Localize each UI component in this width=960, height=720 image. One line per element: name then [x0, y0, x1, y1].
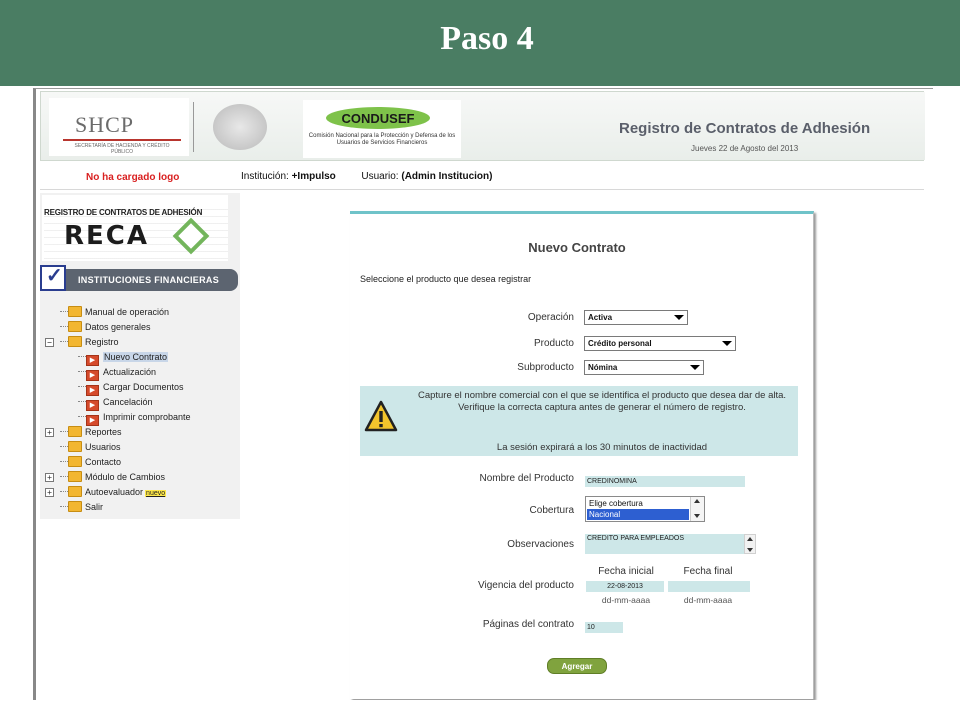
section-header: ✓ INSTITUCIONES FINANCIERAS [40, 265, 238, 291]
slide-title: Paso 4 [440, 20, 534, 57]
sidebar-item-usuarios[interactable]: Usuarios [60, 440, 121, 455]
sidebar: REGISTRO DE CONTRATOS DE ADHESIÓN RECA ✓… [40, 193, 240, 519]
observaciones-label: Observaciones [507, 539, 574, 550]
fecha-inicial-label: Fecha inicial [598, 566, 654, 577]
warning-box: Capture el nombre comercial con el que s… [360, 386, 798, 456]
producto-select[interactable]: Crédito personal [584, 336, 736, 351]
vigencia-label: Vigencia del producto [478, 580, 574, 591]
fecha-final-label: Fecha final [683, 566, 733, 577]
list-option[interactable]: Elige cobertura [587, 498, 689, 509]
paginas-input[interactable]: 10 [585, 622, 623, 633]
shcp-logo: SHCP SECRETARÍA DE HACIENDA Y CRÉDITO PÚ… [49, 98, 189, 156]
institution-value: +Impulso [291, 171, 336, 182]
sidebar-item-salir[interactable]: Salir [60, 500, 103, 515]
reca-logo: REGISTRO DE CONTRATOS DE ADHESIÓN RECA [42, 195, 228, 261]
warning-text: Capture el nombre comercial con el que s… [417, 390, 787, 413]
sidebar-item-contacto[interactable]: Contacto [60, 455, 121, 470]
expand-icon[interactable]: + [45, 488, 54, 497]
operacion-select[interactable]: Activa [584, 310, 688, 325]
sidebar-item-imprimir-comprobante[interactable]: ▶ Imprimir comprobante [78, 410, 191, 426]
subproducto-label: Subproducto [517, 362, 574, 373]
sidebar-item-modulo-cambios[interactable]: Módulo de Cambios [60, 470, 165, 485]
date-format-hint: dd-mm-aaaa [601, 595, 651, 605]
sidebar-item-nuevo-contrato[interactable]: ▶ Nuevo Contrato [78, 350, 169, 366]
logo-warning: No ha cargado logo [86, 172, 180, 183]
form-prompt: Seleccione el producto que desea registr… [360, 274, 532, 284]
national-seal-icon [213, 104, 267, 150]
sidebar-item-actualizacion[interactable]: ▶ Actualización [78, 365, 156, 381]
date-format-hint: dd-mm-aaaa [683, 595, 733, 605]
user-value: (Admin Institucion) [401, 171, 493, 182]
new-contract-panel: Nuevo Contrato Seleccione el producto qu… [350, 211, 814, 699]
listbox-scrollbar[interactable] [690, 497, 704, 521]
folder-icon [68, 426, 82, 437]
warning-icon [364, 400, 398, 432]
agregar-button[interactable]: Agregar [547, 658, 607, 674]
cobertura-label: Cobertura [529, 505, 574, 516]
condusef-wordmark-icon: CONDUSEF [326, 107, 430, 129]
nombre-producto-label: Nombre del Producto [479, 473, 575, 484]
user-label: Usuario: [361, 171, 399, 182]
list-option-selected[interactable]: Nacional [587, 509, 689, 520]
new-badge: nuevo [145, 490, 167, 497]
sidebar-item-reportes[interactable]: Reportes [60, 425, 122, 440]
divider [40, 189, 924, 190]
fecha-final-input[interactable] [668, 581, 750, 592]
sidebar-item-registro[interactable]: Registro [60, 335, 119, 350]
arrow-up-icon [694, 499, 700, 503]
svg-text:CONDUSEF: CONDUSEF [342, 111, 415, 126]
app-screenshot: SHCP SECRETARÍA DE HACIENDA Y CRÉDITO PÚ… [33, 88, 933, 700]
observaciones-textarea[interactable]: CREDITO PARA EMPLEADOS [585, 534, 745, 554]
nombre-producto-input[interactable]: CREDINOMINA [585, 476, 745, 487]
sidebar-item-cargar-documentos[interactable]: ▶ Cargar Documentos [78, 380, 184, 396]
expand-icon[interactable]: + [45, 473, 54, 482]
chevron-down-icon [722, 341, 732, 346]
subproducto-select[interactable]: Nómina [584, 360, 704, 375]
chevron-down-icon [674, 315, 684, 320]
textarea-scrollbar[interactable] [744, 534, 756, 554]
expand-icon[interactable]: + [45, 428, 54, 437]
producto-label: Producto [533, 338, 574, 349]
current-date: Jueves 22 de Agosto del 2013 [691, 144, 799, 153]
folder-icon [68, 501, 82, 512]
folder-icon [68, 306, 82, 317]
sidebar-item-datos-generales[interactable]: Datos generales [60, 320, 151, 335]
folder-icon [68, 456, 82, 467]
arrow-down-icon [694, 514, 700, 518]
banner-divider [193, 102, 194, 152]
folder-icon [68, 441, 82, 452]
chevron-down-icon [690, 365, 700, 370]
condusef-logo: CONDUSEF Comisión Nacional para la Prote… [303, 100, 461, 158]
session-timeout-text: La sesión expirará a los 30 minutos de i… [496, 442, 708, 453]
sidebar-item-manual[interactable]: Manual de operación [60, 305, 169, 320]
form-title: Nuevo Contrato [528, 240, 626, 255]
cobertura-listbox[interactable]: Elige cobertura Nacional [585, 496, 705, 522]
arrow-down-icon [747, 548, 753, 552]
collapse-icon[interactable]: − [45, 338, 54, 347]
folder-icon [68, 471, 82, 482]
session-info: Institución: +Impulso Usuario: (Admin In… [241, 171, 492, 182]
folder-open-icon [68, 336, 82, 347]
folder-icon [68, 486, 82, 497]
operacion-label: Operación [527, 312, 574, 323]
institution-label: Institución: [241, 171, 289, 182]
app-title: Registro de Contratos de Adhesión [619, 120, 871, 137]
paginas-label: Páginas del contrato [482, 619, 574, 630]
sidebar-item-cancelacion[interactable]: ▶ Cancelación [78, 395, 153, 411]
checkbox-icon: ✓ [40, 265, 66, 291]
fecha-inicial-input[interactable]: 22-08-2013 [586, 581, 664, 592]
app-banner: SHCP SECRETARÍA DE HACIENDA Y CRÉDITO PÚ… [40, 91, 925, 161]
sidebar-item-autoevaluador[interactable]: Autoevaluador nuevo [60, 485, 167, 500]
folder-icon [68, 321, 82, 332]
arrow-up-icon [747, 537, 753, 541]
